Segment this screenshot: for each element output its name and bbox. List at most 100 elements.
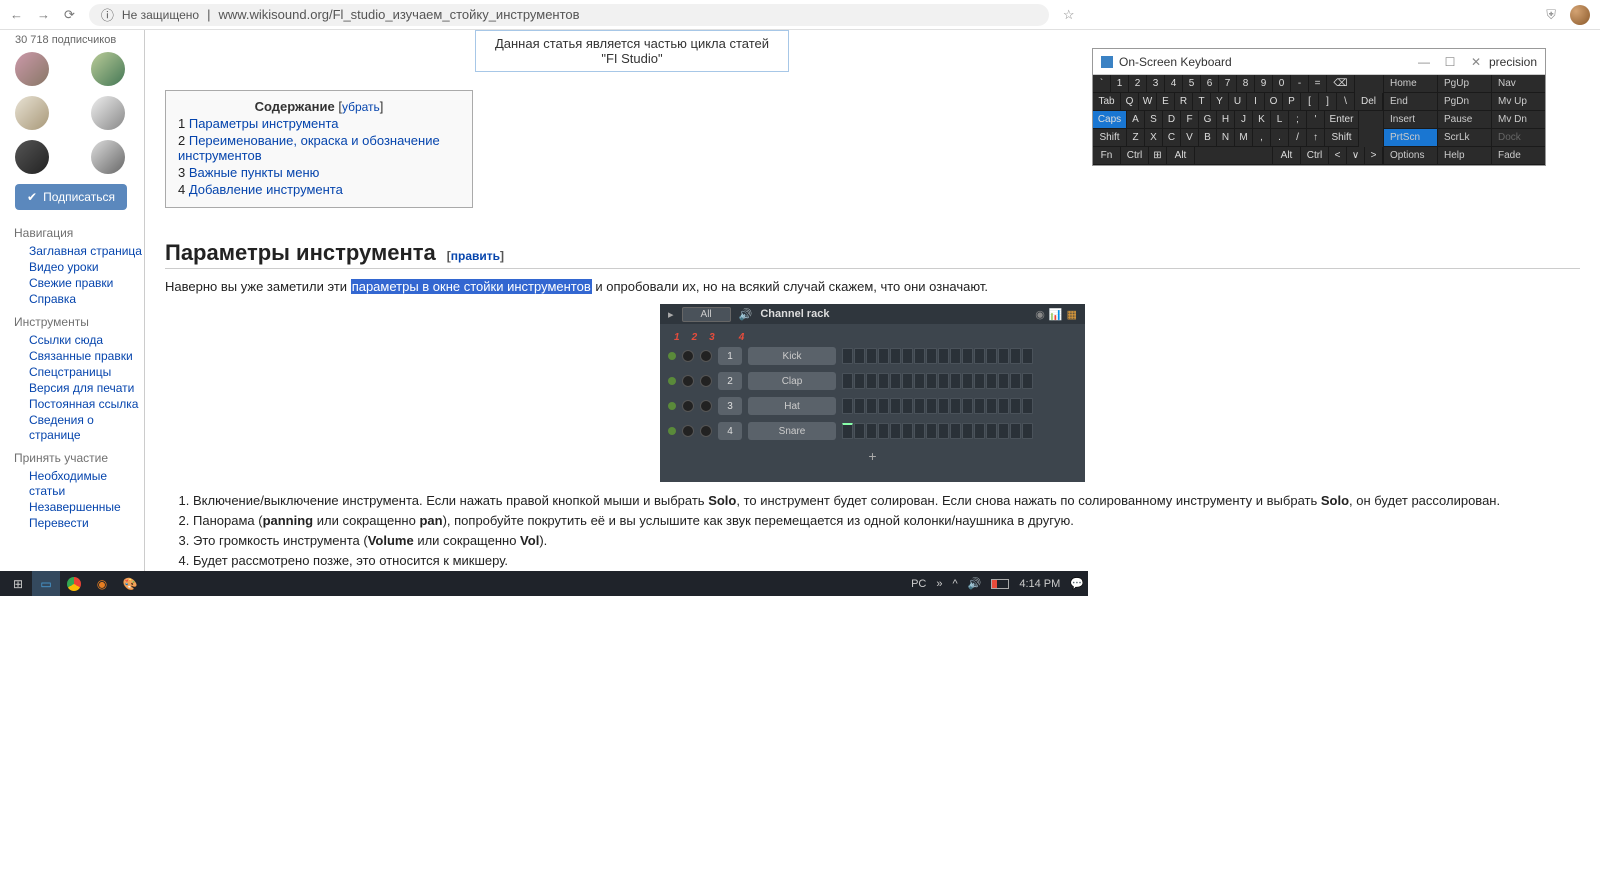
chevron-up-icon[interactable]: »	[936, 578, 942, 590]
osk-key[interactable]: J	[1235, 111, 1253, 129]
osk-key[interactable]: .	[1271, 129, 1289, 147]
taskbar-chrome[interactable]	[60, 571, 88, 596]
osk-key[interactable]: R	[1175, 93, 1193, 111]
osk-key[interactable]: ScrLk	[1437, 129, 1491, 147]
osk-key[interactable]: `	[1093, 75, 1111, 93]
osk-key[interactable]: PgDn	[1437, 93, 1491, 111]
nav-link[interactable]: Незавершенные	[29, 500, 144, 515]
osk-key[interactable]: Shift	[1093, 129, 1127, 147]
osk-key[interactable]: \	[1337, 93, 1355, 111]
nav-link[interactable]: Спецстраницы	[29, 365, 144, 380]
osk-key[interactable]: Nav	[1491, 75, 1545, 93]
osk-key[interactable]: Y	[1211, 93, 1229, 111]
nav-link[interactable]: Связанные правки	[29, 349, 144, 364]
nav-link[interactable]: Постоянная ссылка	[29, 397, 144, 412]
osk-key[interactable]: ;	[1289, 111, 1307, 129]
osk-key[interactable]: Pause	[1437, 111, 1491, 129]
osk-key[interactable]: W	[1139, 93, 1157, 111]
avatar[interactable]	[91, 140, 125, 174]
osk-key[interactable]: Ctrl	[1121, 147, 1149, 165]
osk-key[interactable]: Alt	[1167, 147, 1195, 165]
osk-key[interactable]: PrtScn	[1383, 129, 1437, 147]
address-bar[interactable]: ⓘ Не защищено | www.wikisound.org/Fl_stu…	[89, 4, 1049, 26]
subscribe-button[interactable]: ✔Подписаться	[15, 184, 127, 210]
osk-key[interactable]: Fade	[1491, 147, 1545, 165]
osk-key[interactable]: Dock	[1491, 129, 1545, 147]
start-button[interactable]: ⊞	[4, 571, 32, 596]
osk-key[interactable]: Q	[1121, 93, 1139, 111]
battery-icon[interactable]	[991, 579, 1009, 589]
volume-icon[interactable]: 🔊	[968, 577, 982, 590]
shield-icon[interactable]: ⛨	[1546, 7, 1556, 23]
avatar[interactable]	[15, 96, 49, 130]
osk-key[interactable]: Home	[1383, 75, 1437, 93]
osk-key[interactable]: D	[1163, 111, 1181, 129]
reload-button[interactable]: ⟳	[64, 7, 75, 23]
back-button[interactable]: ←	[10, 7, 23, 22]
osk-key[interactable]: 8	[1237, 75, 1255, 93]
osk-key[interactable]: ↑	[1307, 129, 1325, 147]
osk-key[interactable]: 1	[1111, 75, 1129, 93]
osk-key[interactable]: 2	[1129, 75, 1147, 93]
osk-key[interactable]: L	[1271, 111, 1289, 129]
osk-key[interactable]: V	[1181, 129, 1199, 147]
toc-toggle[interactable]: убрать	[342, 100, 380, 114]
edit-link[interactable]: править	[451, 249, 500, 263]
toc-item[interactable]: 1 Параметры инструмента	[178, 116, 460, 131]
osk-key[interactable]: =	[1309, 75, 1327, 93]
taskbar-app[interactable]: ◉	[88, 571, 116, 596]
osk-key[interactable]: I	[1247, 93, 1265, 111]
osk-key[interactable]: Tab	[1093, 93, 1121, 111]
clock[interactable]: 4:14 PM	[1019, 578, 1060, 590]
osk-key[interactable]: N	[1217, 129, 1235, 147]
osk-key[interactable]: 6	[1201, 75, 1219, 93]
osk-key[interactable]: 4	[1165, 75, 1183, 93]
notifications-icon[interactable]: 💬	[1070, 577, 1084, 590]
osk-key[interactable]: '	[1307, 111, 1325, 129]
osk-key[interactable]: H	[1217, 111, 1235, 129]
nav-link[interactable]: Заглавная страница	[29, 244, 144, 259]
osk-key[interactable]: Enter	[1325, 111, 1359, 129]
toc-item[interactable]: 3 Важные пункты меню	[178, 165, 460, 180]
osk-key[interactable]: 0	[1273, 75, 1291, 93]
osk-key[interactable]: ⊞	[1149, 147, 1167, 165]
osk-key[interactable]: -	[1291, 75, 1309, 93]
osk-key[interactable]: 3	[1147, 75, 1165, 93]
osk-key[interactable]: G	[1199, 111, 1217, 129]
osk-key[interactable]: K	[1253, 111, 1271, 129]
osk-key[interactable]: [	[1301, 93, 1319, 111]
osk-key[interactable]: PgUp	[1437, 75, 1491, 93]
osk-key[interactable]: End	[1383, 93, 1437, 111]
osk-key[interactable]: Options	[1383, 147, 1437, 165]
osk-key[interactable]: Caps	[1093, 111, 1127, 129]
osk-key[interactable]: 5	[1183, 75, 1201, 93]
osk-key[interactable]: P	[1283, 93, 1301, 111]
taskbar-app[interactable]: 🎨	[116, 571, 144, 596]
osk-key[interactable]: <	[1329, 147, 1347, 165]
osk-key[interactable]: S	[1145, 111, 1163, 129]
avatar[interactable]	[91, 96, 125, 130]
toc-item[interactable]: 2 Переименование, окраска и обозначение …	[178, 133, 460, 163]
osk-key[interactable]: X	[1145, 129, 1163, 147]
osk-key[interactable]: O	[1265, 93, 1283, 111]
osk-key[interactable]: Del	[1355, 93, 1383, 111]
taskbar-app[interactable]: ▭	[32, 571, 60, 596]
osk-key[interactable]: ∨	[1347, 147, 1365, 165]
osk-key[interactable]	[1195, 147, 1273, 165]
osk-key[interactable]: Mv Up	[1491, 93, 1545, 111]
osk-titlebar[interactable]: On-Screen Keyboard — ☐ ✕precision	[1093, 49, 1545, 75]
avatar[interactable]	[15, 140, 49, 174]
osk-key[interactable]: 7	[1219, 75, 1237, 93]
osk-key[interactable]: A	[1127, 111, 1145, 129]
system-tray[interactable]: РС » ^ 🔊 4:14 PM 💬	[911, 577, 1084, 590]
nav-link[interactable]: Свежие правки	[29, 276, 144, 291]
osk-key[interactable]: Mv Dn	[1491, 111, 1545, 129]
close-button[interactable]: ✕	[1463, 55, 1489, 69]
chevron-up-icon[interactable]: ^	[952, 578, 957, 590]
osk-key[interactable]: ]	[1319, 93, 1337, 111]
osk-key[interactable]: 9	[1255, 75, 1273, 93]
nav-link[interactable]: Справка	[29, 292, 144, 307]
nav-link[interactable]: Видео уроки	[29, 260, 144, 275]
osk-key[interactable]: B	[1199, 129, 1217, 147]
toc-item[interactable]: 4 Добавление инструмента	[178, 182, 460, 197]
